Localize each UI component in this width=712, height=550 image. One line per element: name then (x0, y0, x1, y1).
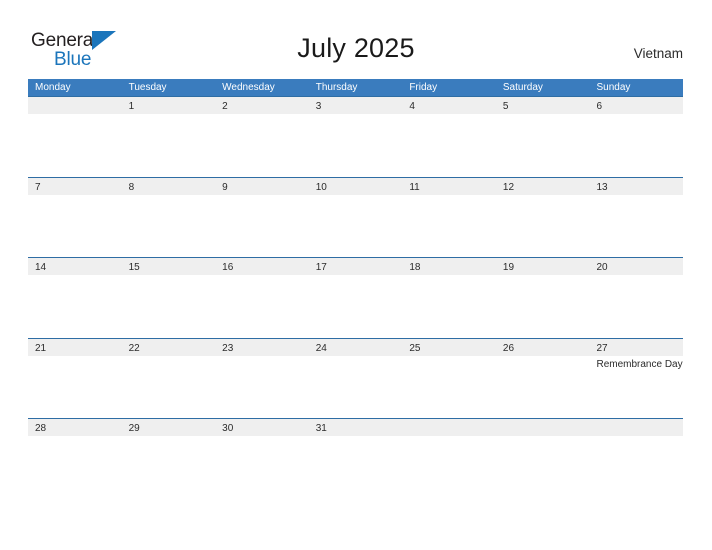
weekday-header-row: Monday Tuesday Wednesday Thursday Friday Satu… (28, 79, 683, 96)
day-number: 18 (409, 262, 421, 273)
calendar-day-cell[interactable]: 14 (28, 258, 122, 338)
day-number-band (28, 97, 122, 114)
day-number: 5 (502, 101, 509, 112)
day-number: 27 (596, 342, 608, 354)
weekday-header-sunday: Sunday (596, 82, 631, 93)
weekday-header-friday: Friday (409, 82, 438, 93)
day-number-band (589, 419, 684, 436)
calendar-weeks: 1 2 3 4 5 6 7 8 9 10 11 12 13 14 15 16 17 18 19 20 21 22 23 24 2… (28, 96, 684, 499)
day-number: 21 (35, 342, 47, 354)
calendar-day-cell-empty (28, 97, 122, 177)
calendar-week-row: 28 29 30 31 (28, 418, 684, 499)
calendar-day-cell[interactable]: 22 (121, 338, 216, 419)
calendar-day-cell[interactable]: 25 (402, 338, 496, 419)
day-number-band (402, 419, 496, 436)
day-number: 13 (596, 181, 608, 193)
calendar-day-cell[interactable]: 26 (495, 338, 590, 419)
calendar-day-cell[interactable]: 1 (121, 97, 216, 177)
day-number: 10 (315, 181, 327, 193)
day-number: 2 (222, 101, 228, 112)
day-number: 12 (502, 181, 515, 193)
weekday-header-thursday: Thursday (315, 82, 358, 93)
calendar-day-cell[interactable]: 19 (495, 258, 590, 338)
day-number: 11 (409, 181, 420, 193)
day-number: 29 (128, 423, 140, 434)
calendar-grid: Monday Tuesday Wednesday Thursday Friday Satu… (28, 79, 684, 499)
calendar-day-cell[interactable]: 3 (308, 97, 403, 177)
day-number-band (495, 419, 590, 436)
day-number: 31 (315, 423, 327, 434)
day-number: 26 (502, 342, 515, 354)
weekday-header-saturday: Saturday (502, 82, 543, 93)
day-number: 24 (315, 342, 327, 354)
day-number: 25 (409, 342, 421, 354)
calendar-day-cell-empty (402, 419, 496, 499)
calendar-week-row: 21 22 23 24 25 26 27 Remembrance Day (28, 337, 684, 419)
calendar-week-row: 14 15 16 17 18 19 20 (28, 257, 684, 338)
page-title: July 2025 (297, 33, 415, 63)
calendar-day-cell[interactable]: 18 (402, 258, 496, 338)
weekday-header-wednesday: Wednesday (222, 82, 275, 93)
calendar-day-cell[interactable]: 24 (308, 338, 403, 419)
day-number: 8 (128, 181, 135, 193)
day-number: 14 (35, 262, 47, 273)
calendar-week-row: 1 2 3 4 5 6 (28, 96, 684, 177)
calendar-day-cell[interactable]: 15 (121, 258, 216, 338)
calendar-day-cell[interactable]: 5 (495, 97, 590, 177)
weekday-header-tuesday: Tuesday (128, 82, 167, 93)
day-number: 23 (222, 342, 234, 354)
weekday-header-monday: Monday (35, 82, 71, 93)
calendar-day-cell[interactable]: 4 (402, 97, 496, 177)
calendar-day-cell[interactable]: 30 (215, 419, 309, 499)
calendar-day-cell[interactable]: 20 (589, 258, 684, 338)
calendar-day-cell[interactable]: 23 (215, 338, 309, 419)
day-number: 3 (315, 101, 322, 112)
page-header: General Blue July 2025 Vietnam (0, 0, 712, 78)
day-number: 17 (315, 262, 327, 273)
calendar-day-cell[interactable]: 21 (28, 338, 122, 419)
day-number: 19 (502, 262, 515, 273)
calendar-day-cell[interactable]: 11 (402, 177, 496, 258)
calendar-day-cell[interactable]: 8 (121, 177, 216, 258)
day-number: 20 (596, 262, 608, 273)
calendar-day-cell[interactable]: 31 (308, 419, 403, 499)
calendar-day-cell[interactable]: 27 Remembrance Day (589, 338, 684, 419)
country-label: Vietnam (633, 46, 683, 61)
day-number: 22 (128, 342, 140, 354)
day-number: 6 (596, 101, 603, 112)
day-number: 15 (128, 262, 140, 273)
calendar-day-cell[interactable]: 29 (121, 419, 216, 499)
calendar-day-cell[interactable]: 16 (215, 258, 309, 338)
day-number: 7 (35, 181, 41, 193)
calendar-day-cell[interactable]: 9 (215, 177, 309, 258)
calendar-day-cell-empty (589, 419, 684, 499)
day-event-label: Remembrance Day (596, 358, 683, 370)
day-number: 28 (35, 423, 47, 434)
calendar-day-cell-empty (495, 419, 590, 499)
day-number: 16 (222, 262, 234, 273)
calendar-day-cell[interactable]: 12 (495, 177, 590, 258)
day-number: 9 (222, 181, 228, 193)
day-number: 4 (409, 101, 415, 112)
calendar-day-cell[interactable]: 13 (589, 177, 684, 258)
day-number: 1 (128, 101, 135, 112)
calendar-day-cell[interactable]: 7 (28, 177, 122, 258)
calendar-day-cell[interactable]: 2 (215, 97, 309, 177)
calendar-day-cell[interactable]: 10 (308, 177, 403, 258)
calendar-day-cell[interactable]: 6 (589, 97, 684, 177)
calendar-day-cell[interactable]: 17 (308, 258, 403, 338)
calendar-week-row: 7 8 9 10 11 12 13 (28, 176, 684, 258)
calendar-day-cell[interactable]: 28 (28, 419, 122, 499)
day-number: 30 (222, 423, 234, 434)
